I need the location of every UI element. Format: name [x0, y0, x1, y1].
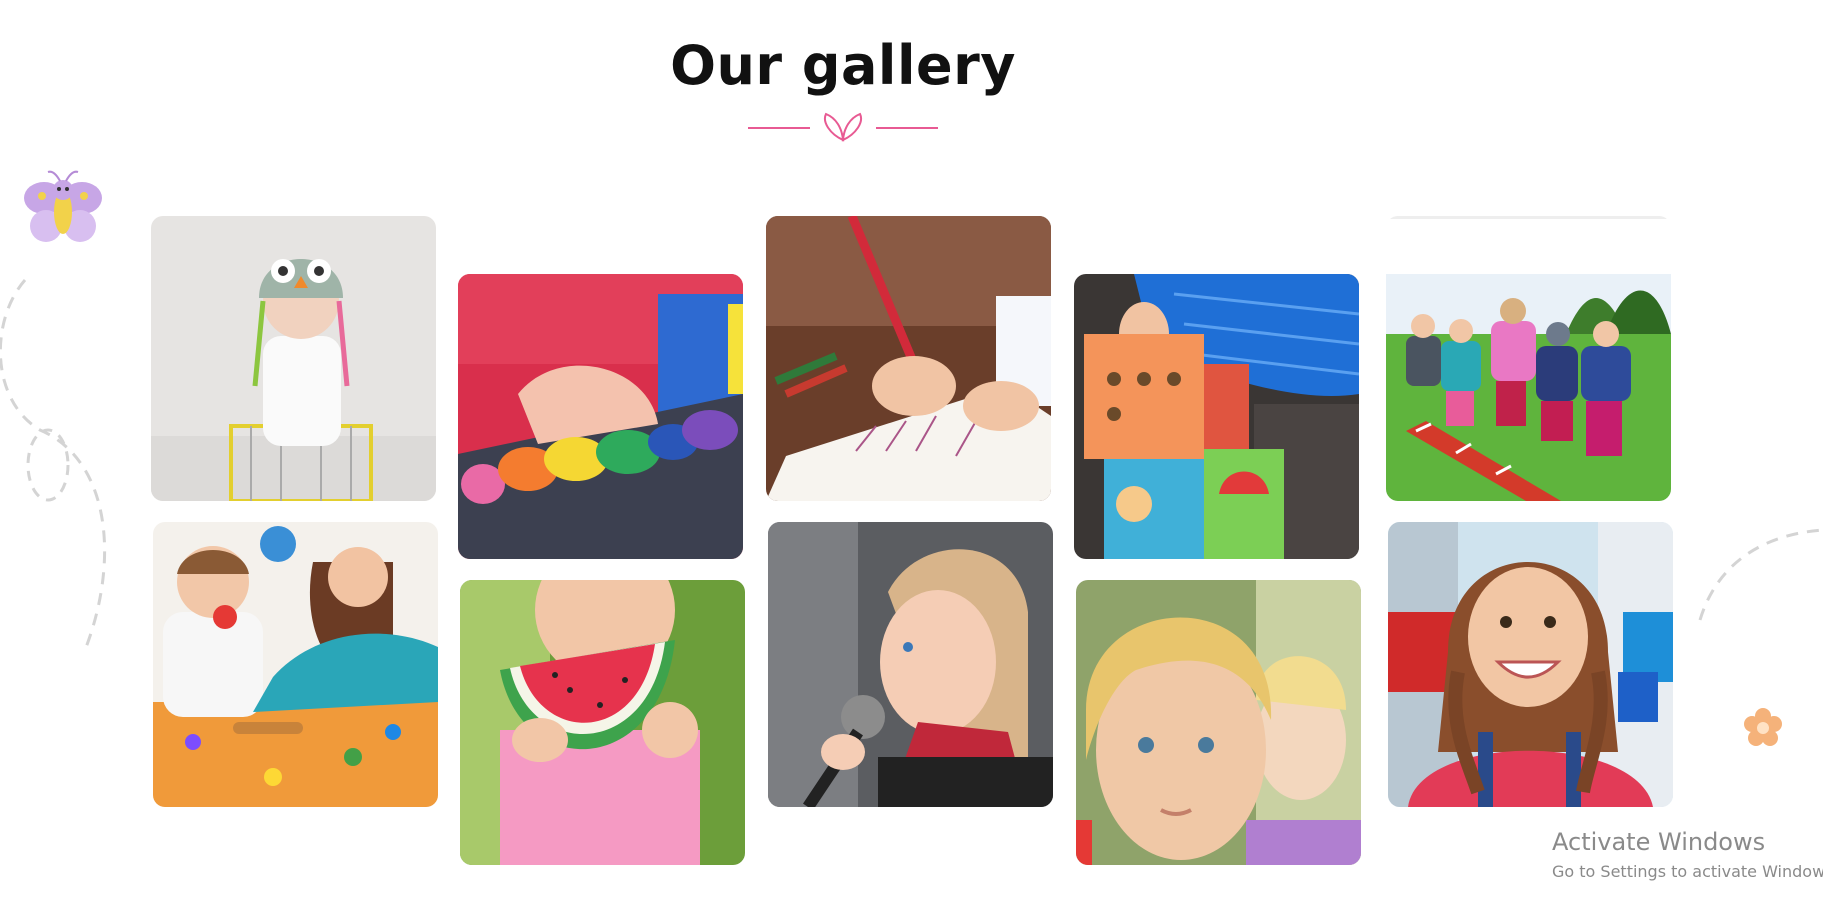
butterfly-icon [24, 170, 102, 242]
watermark-title: Activate Windows [1552, 828, 1766, 856]
gallery-photo-child-writing[interactable] [766, 216, 1051, 501]
gallery-title: Our gallery [670, 34, 1016, 97]
gallery-photo-baby-owl-hat[interactable] [151, 216, 436, 501]
gallery-photo-toy-blocks[interactable] [1074, 274, 1359, 559]
dashed-path-decoration-right [1698, 528, 1823, 621]
gallery-photo-teacher-playing-kids[interactable] [153, 522, 438, 807]
windows-activation-watermark: Activate Windows Go to Settings to activ… [1552, 828, 1823, 881]
dashed-path-decoration-left [0, 279, 107, 651]
gallery-photo-girl-microphone[interactable] [768, 522, 1053, 807]
gallery-photo-smiling-girl[interactable] [1388, 522, 1673, 807]
flower-icon [1744, 708, 1782, 746]
gallery-photo-kids-running-field[interactable] [1386, 216, 1671, 501]
watermark-subtitle: Go to Settings to activate Windows. [1552, 862, 1823, 881]
gallery-photo-play-dough[interactable] [458, 274, 743, 559]
gallery-photo-blond-boy[interactable] [1076, 580, 1361, 865]
gallery-photo-girl-watermelon[interactable] [460, 580, 745, 865]
title-divider-leaf-icon [748, 112, 938, 142]
